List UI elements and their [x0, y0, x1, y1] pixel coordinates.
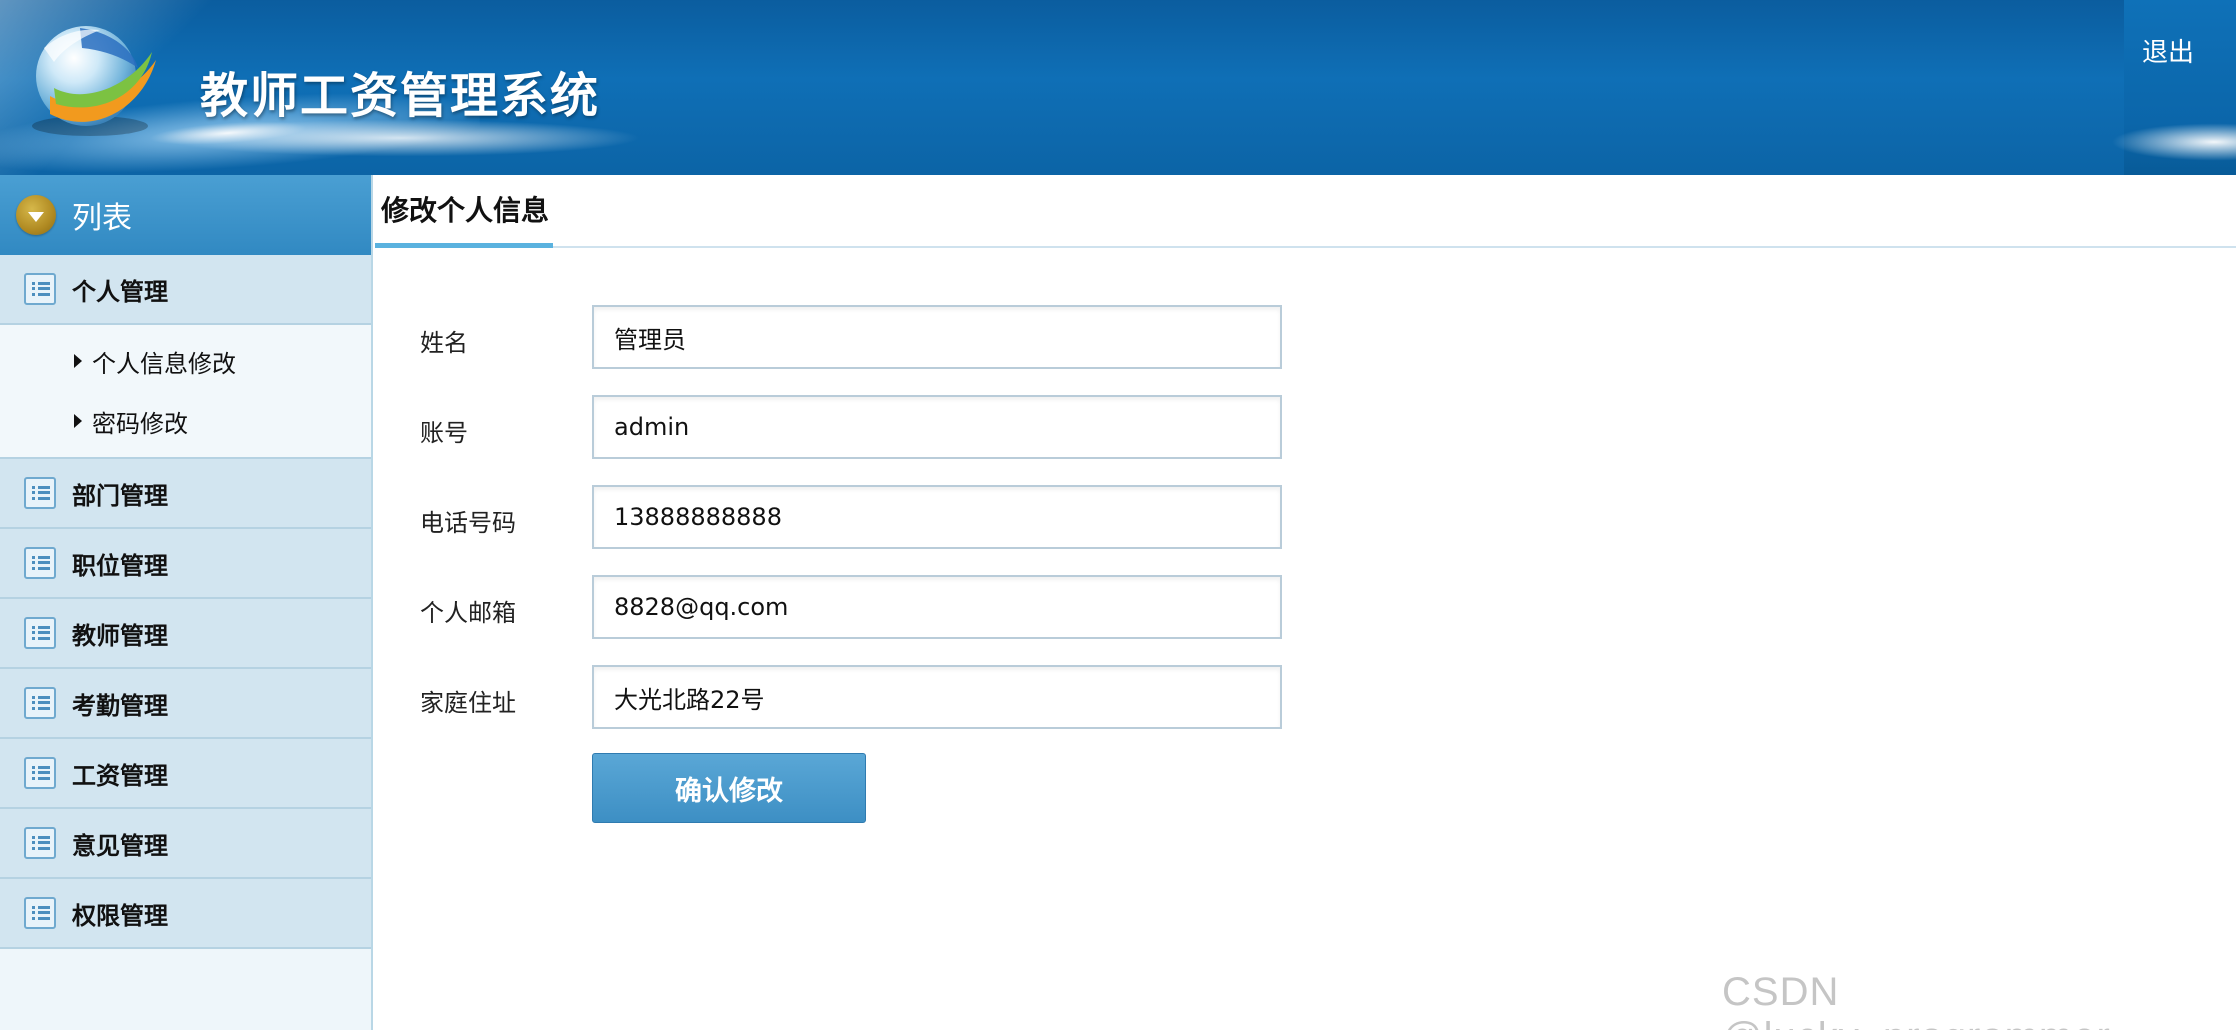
watermark: CSDN @lucky_programmer — [1722, 970, 2110, 1030]
list-icon — [24, 757, 56, 789]
sidebar: 列表 个人管理 个人信息修改 密码修改 部门管理 职位管理 教师管理 考勤管理 … — [0, 175, 373, 1030]
sidebar-group-label: 考勤管理 — [72, 691, 168, 720]
caret-right-icon — [74, 354, 82, 368]
phone-field[interactable] — [592, 485, 1282, 549]
sidebar-sub-list: 个人信息修改 密码修改 — [0, 325, 371, 459]
main-content: 修改个人信息 姓名 账号 电话号码 个人邮箱 家庭住址 确认修改 — [375, 175, 2236, 1030]
phone-label: 电话号码 — [420, 509, 516, 537]
caret-right-icon — [74, 414, 82, 428]
sidebar-group-label: 教师管理 — [72, 621, 168, 650]
email-field[interactable] — [592, 575, 1282, 639]
sidebar-group-label: 部门管理 — [72, 481, 168, 510]
list-icon — [24, 477, 56, 509]
sidebar-item-profile-edit[interactable]: 个人信息修改 — [0, 331, 371, 391]
sidebar-group-teacher[interactable]: 教师管理 — [0, 599, 371, 669]
address-field[interactable] — [592, 665, 1282, 729]
name-field[interactable] — [592, 305, 1282, 369]
address-label: 家庭住址 — [420, 689, 516, 717]
collapse-toggle-icon[interactable] — [16, 195, 56, 235]
list-icon — [24, 827, 56, 859]
sidebar-item-label: 个人信息修改 — [92, 349, 236, 378]
header-right-glow — [2094, 120, 2236, 164]
list-icon — [24, 273, 56, 305]
sidebar-item-label: 密码修改 — [92, 409, 188, 438]
tab-bar: 修改个人信息 — [375, 175, 2236, 248]
list-icon — [24, 687, 56, 719]
app-header: 教师工资管理系统 退出 — [0, 0, 2236, 175]
sidebar-group-label: 个人管理 — [72, 277, 168, 306]
sidebar-group-permission[interactable]: 权限管理 — [0, 879, 371, 949]
sidebar-group-salary[interactable]: 工资管理 — [0, 739, 371, 809]
form-row-email: 个人邮箱 — [375, 575, 1375, 639]
sidebar-group-position[interactable]: 职位管理 — [0, 529, 371, 599]
sidebar-group-label: 权限管理 — [72, 901, 168, 930]
logout-link[interactable]: 退出 — [2142, 32, 2194, 69]
sidebar-group-label: 工资管理 — [72, 761, 168, 790]
sidebar-header[interactable]: 列表 — [0, 175, 371, 255]
account-field[interactable] — [592, 395, 1282, 459]
list-icon — [24, 617, 56, 649]
form-row-phone: 电话号码 — [375, 485, 1375, 549]
form-row-name: 姓名 — [375, 305, 1375, 369]
sidebar-group-label: 意见管理 — [72, 831, 168, 860]
sidebar-group-feedback[interactable]: 意见管理 — [0, 809, 371, 879]
form-row-address: 家庭住址 — [375, 665, 1375, 729]
header-right-panel — [2094, 0, 2236, 175]
system-title: 教师工资管理系统 — [200, 68, 601, 124]
globe-logo-icon — [32, 26, 156, 136]
sidebar-group-personal[interactable]: 个人管理 — [0, 255, 371, 325]
form-row-account: 账号 — [375, 395, 1375, 459]
tab-edit-profile[interactable]: 修改个人信息 — [375, 175, 553, 248]
sidebar-group-label: 职位管理 — [72, 551, 168, 580]
name-label: 姓名 — [420, 329, 468, 357]
list-icon — [24, 897, 56, 929]
account-label: 账号 — [420, 419, 468, 447]
sidebar-header-label: 列表 — [72, 201, 132, 236]
list-icon — [24, 547, 56, 579]
confirm-edit-button[interactable]: 确认修改 — [592, 753, 866, 823]
sidebar-item-password-edit[interactable]: 密码修改 — [0, 391, 371, 451]
email-label: 个人邮箱 — [420, 599, 516, 627]
sidebar-group-attendance[interactable]: 考勤管理 — [0, 669, 371, 739]
sidebar-group-department[interactable]: 部门管理 — [0, 459, 371, 529]
